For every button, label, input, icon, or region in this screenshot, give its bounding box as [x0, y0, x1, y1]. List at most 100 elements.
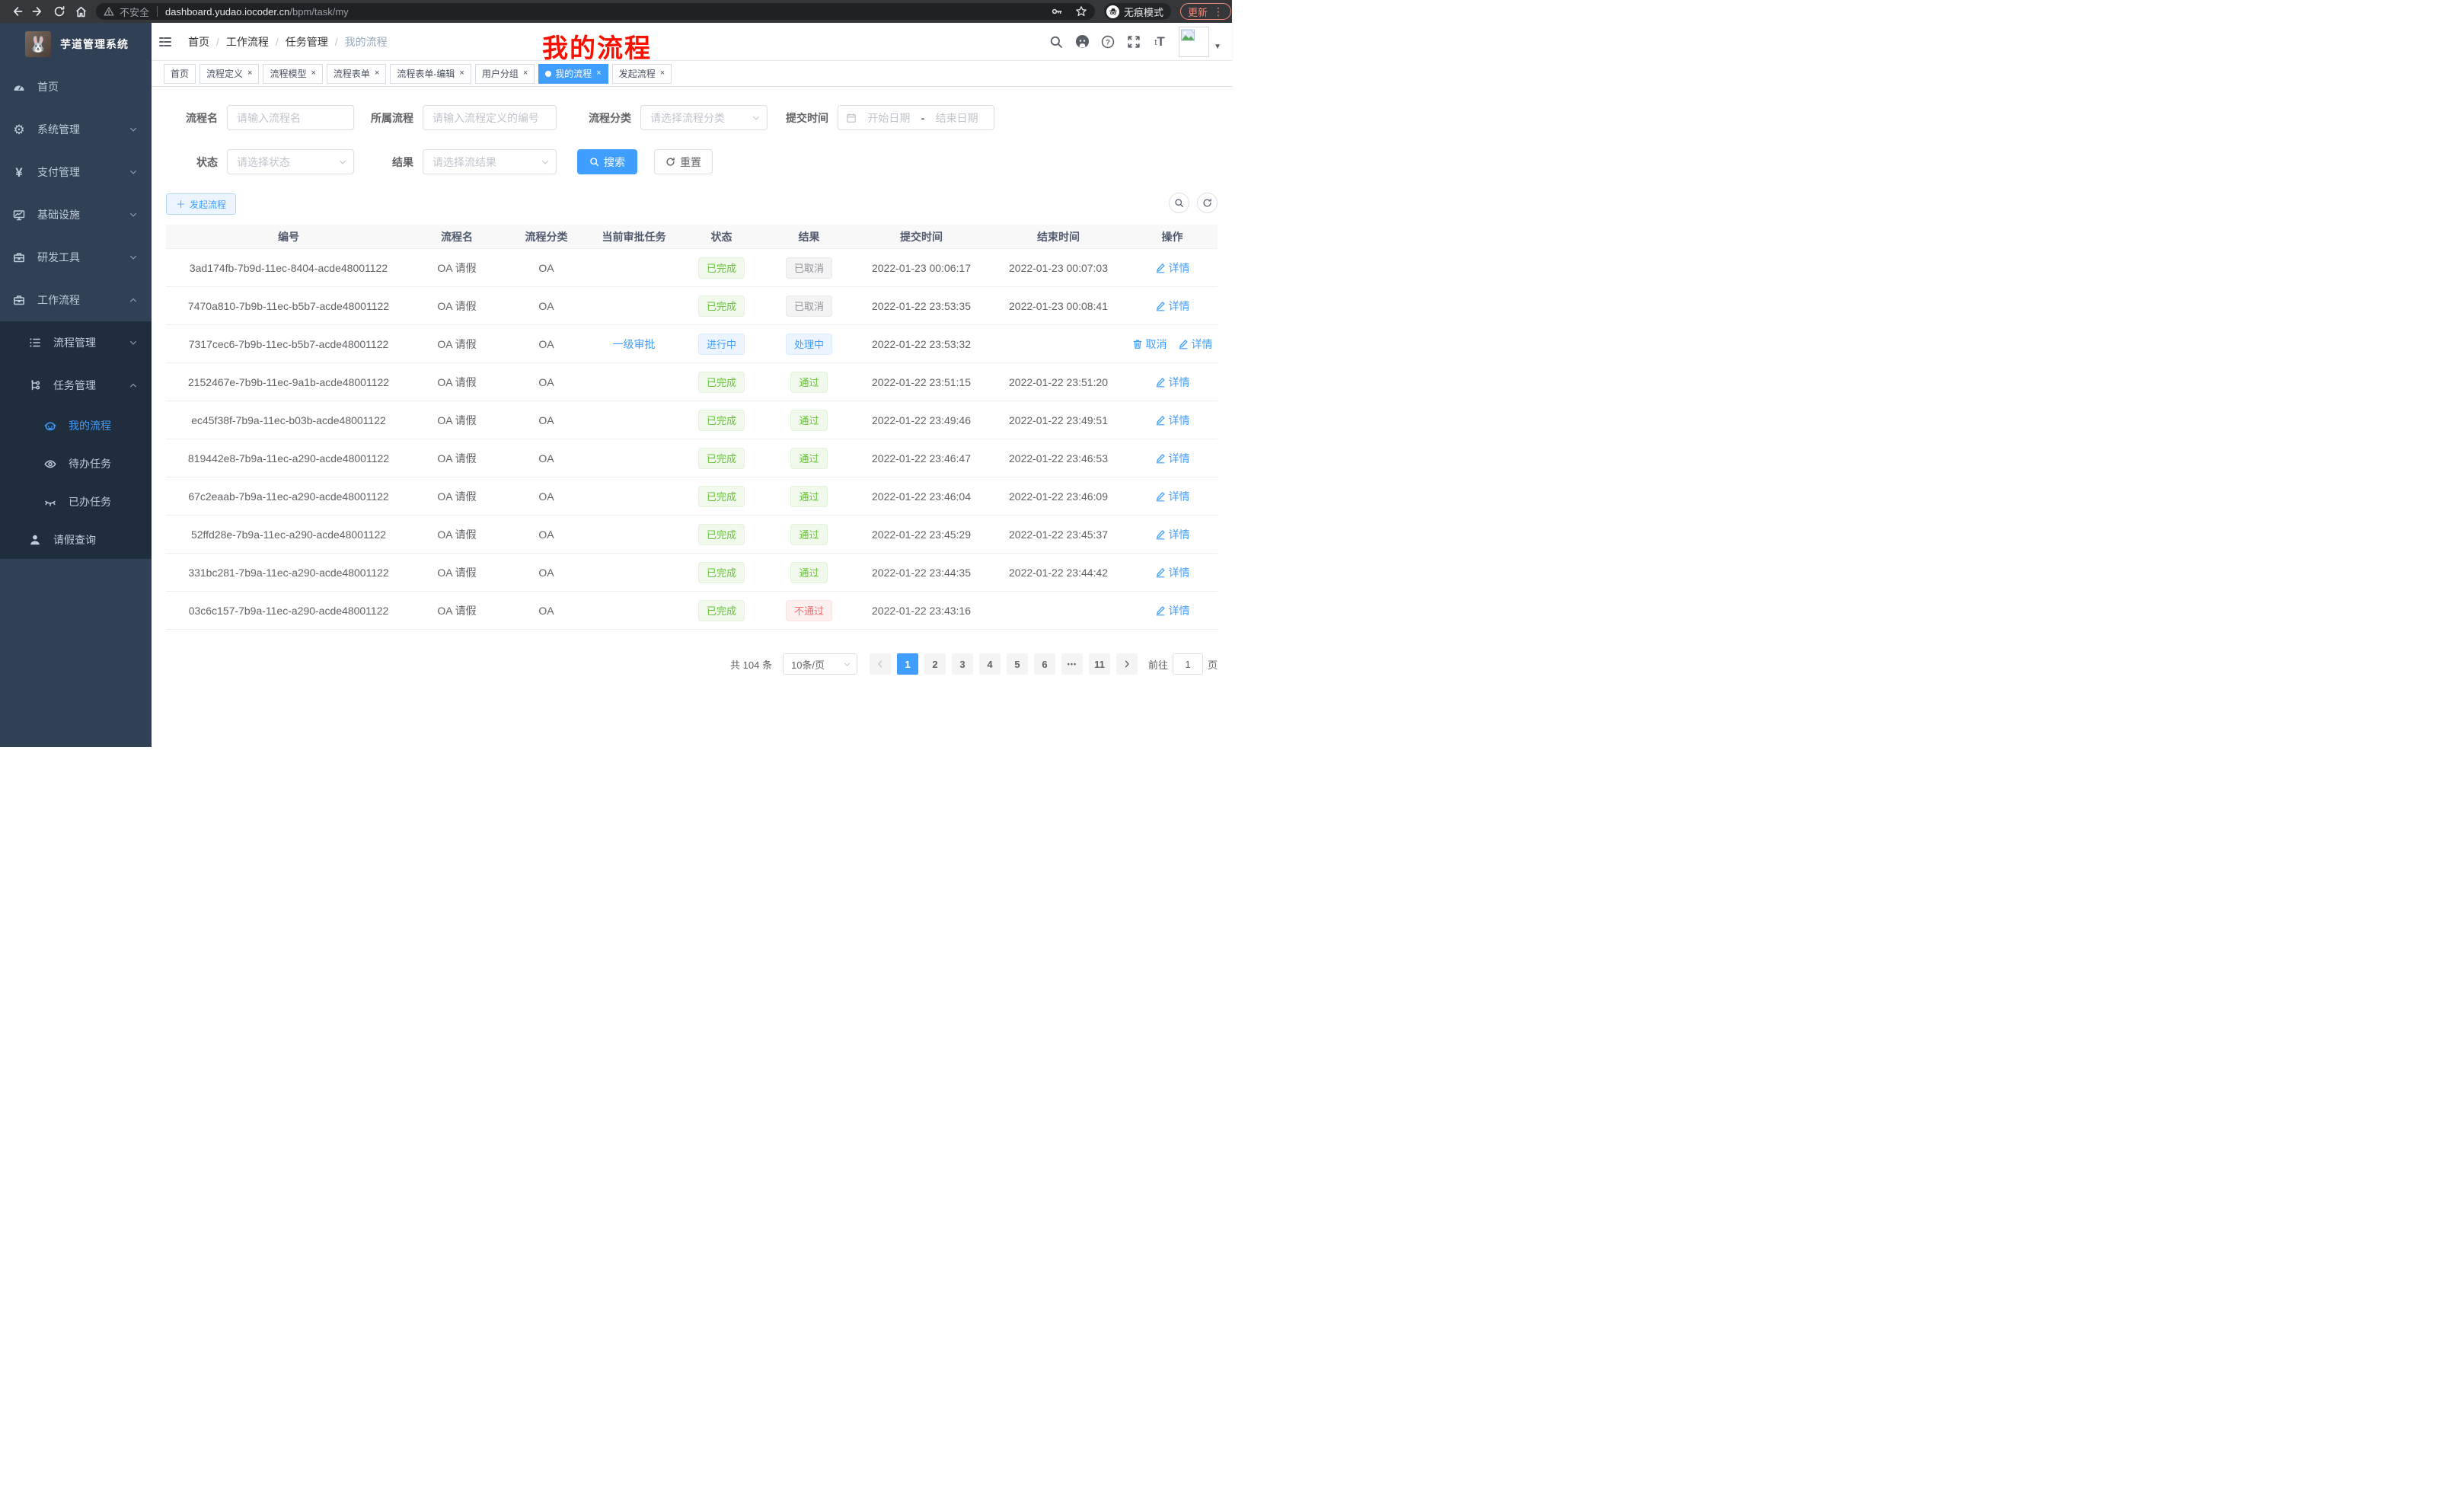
tab-用户分组[interactable]: 用户分组×	[475, 64, 535, 84]
tab-首页[interactable]: 首页	[164, 64, 196, 84]
address-bar[interactable]: 不安全 dashboard.yudao.iocoder.cn/bpm/task/…	[96, 3, 1095, 20]
cell-process-id: 3ad174fb-7b9d-11ec-8404-acde48001122	[166, 262, 411, 274]
sidebar-item-done-task[interactable]: 已办任务	[0, 483, 152, 521]
detail-link-button[interactable]: 详情	[1155, 451, 1190, 466]
sidebar-item-my-process[interactable]: 我的流程	[0, 407, 152, 445]
reset-button[interactable]: 重置	[654, 149, 713, 174]
search-icon[interactable]	[1043, 23, 1069, 61]
edit-icon	[1155, 377, 1166, 388]
detail-link-button[interactable]: 详情	[1155, 413, 1190, 428]
detail-link-button[interactable]: 详情	[1155, 375, 1190, 390]
result-badge: 通过	[790, 448, 827, 469]
avatar-caret-icon[interactable]: ▼	[1214, 43, 1221, 51]
close-icon[interactable]: ×	[375, 69, 379, 78]
toolbar-refresh-button[interactable]	[1197, 193, 1218, 213]
pagination-total: 共 104 条	[730, 657, 772, 672]
sidebar-item-pay[interactable]: ¥支付管理	[0, 151, 152, 193]
page-size-select[interactable]: 10条/页	[783, 653, 857, 675]
cell-submit-time: 2022-01-22 23:53:35	[853, 300, 990, 312]
tab-发起流程[interactable]: 发起流程×	[612, 64, 672, 84]
sidebar-item-process-mgmt[interactable]: 流程管理	[0, 321, 152, 364]
sidebar-item-infra[interactable]: 基础设施	[0, 193, 152, 236]
start-process-button[interactable]: ＋ 发起流程	[166, 193, 236, 215]
sidebar-item-todo-task[interactable]: 待办任务	[0, 445, 152, 483]
browser-reload-icon[interactable]	[49, 0, 70, 23]
detail-link-button[interactable]: 详情	[1178, 337, 1213, 352]
detail-link-button[interactable]: 详情	[1155, 527, 1190, 542]
sidebar-item-home[interactable]: 首页	[0, 65, 152, 108]
process-definition-input[interactable]	[423, 105, 557, 130]
security-label[interactable]: 不安全	[120, 5, 149, 19]
table-row: 67c2eaab-7b9a-11ec-a290-acde48001122OA 请…	[166, 477, 1218, 516]
url-text[interactable]: dashboard.yudao.iocoder.cn/bpm/task/my	[165, 6, 1051, 18]
cell-current-task: 一级审批	[590, 337, 678, 352]
pager-prev-button[interactable]	[870, 653, 891, 675]
breadcrumb-home[interactable]: 首页	[188, 34, 209, 49]
help-icon[interactable]: ?	[1095, 23, 1121, 61]
result-badge: 已取消	[786, 257, 832, 279]
pager-page-4[interactable]: 4	[979, 653, 1001, 675]
sidebar-item-system[interactable]: ⚙系统管理	[0, 108, 152, 151]
sidebar-item-task-mgmt[interactable]: 任务管理	[0, 364, 152, 407]
pager-more-button[interactable]: •••	[1061, 653, 1083, 675]
bookmark-star-icon[interactable]	[1075, 5, 1087, 18]
pager-page-1[interactable]: 1	[897, 653, 918, 675]
close-icon[interactable]: ×	[596, 69, 601, 78]
cancel-link-button[interactable]: 取消	[1132, 337, 1167, 352]
tab-流程表单[interactable]: 流程表单×	[327, 64, 386, 84]
chrome-update-button[interactable]: 更新 ⋮	[1180, 3, 1231, 20]
status-select[interactable]: 请选择状态	[227, 149, 354, 174]
browser-menu-dots-icon[interactable]: ⋮	[1213, 6, 1224, 17]
password-key-icon[interactable]	[1051, 5, 1063, 18]
sidebar-collapse-icon[interactable]	[152, 23, 179, 61]
current-task-link[interactable]: 一级审批	[613, 337, 656, 352]
browser-home-icon[interactable]	[70, 0, 91, 23]
sidebar-item-workflow[interactable]: 工作流程	[0, 279, 152, 321]
eye-closed-icon	[44, 496, 56, 508]
fullscreen-icon[interactable]	[1121, 23, 1147, 61]
eye-icon	[44, 458, 56, 470]
detail-link-button[interactable]: 详情	[1155, 260, 1190, 276]
app-logo-rabbit-image: 🐰	[25, 31, 51, 57]
tab-流程表单-编辑[interactable]: 流程表单-编辑×	[390, 64, 471, 84]
detail-link-button[interactable]: 详情	[1155, 565, 1190, 580]
close-icon[interactable]: ×	[311, 69, 315, 78]
close-icon[interactable]: ×	[459, 69, 464, 78]
tab-我的流程[interactable]: 我的流程×	[538, 64, 608, 84]
submit-time-range-input[interactable]: 开始日期 - 结束日期	[838, 105, 994, 130]
tab-流程模型[interactable]: 流程模型×	[263, 64, 322, 84]
pager-page-3[interactable]: 3	[952, 653, 973, 675]
browser-back-icon[interactable]	[6, 0, 27, 23]
pager-page-6[interactable]: 6	[1034, 653, 1055, 675]
close-icon[interactable]: ×	[660, 69, 665, 78]
cell-process-id: 2152467e-7b9b-11ec-9a1b-acde48001122	[166, 376, 411, 388]
pager-page-5[interactable]: 5	[1007, 653, 1028, 675]
category-select[interactable]: 请选择流程分类	[640, 105, 768, 130]
result-select[interactable]: 请选择流结果	[423, 149, 557, 174]
browser-forward-icon[interactable]	[27, 0, 49, 23]
detail-link-button[interactable]: 详情	[1155, 489, 1190, 504]
avatar[interactable]	[1179, 27, 1209, 57]
process-name-input[interactable]	[227, 105, 354, 130]
cell-actions: 详情	[1127, 260, 1218, 276]
sidebar-item-label: 流程管理	[53, 335, 96, 350]
goto-page-input[interactable]	[1173, 653, 1203, 675]
breadcrumb-workflow[interactable]: 工作流程	[226, 34, 269, 49]
tab-流程定义[interactable]: 流程定义×	[199, 64, 259, 84]
detail-link-button[interactable]: 详情	[1155, 298, 1190, 314]
app-logo-row[interactable]: 🐰 芋道管理系统	[0, 23, 152, 65]
close-icon[interactable]: ×	[247, 69, 252, 78]
pager-page-2[interactable]: 2	[924, 653, 946, 675]
pager-next-button[interactable]	[1116, 653, 1138, 675]
detail-link-button[interactable]: 详情	[1155, 603, 1190, 618]
close-icon[interactable]: ×	[523, 69, 528, 78]
status-badge: 已完成	[698, 486, 745, 507]
font-size-icon[interactable]: tT	[1147, 23, 1173, 61]
search-button[interactable]: 搜索	[577, 149, 637, 174]
github-icon[interactable]	[1069, 23, 1095, 61]
breadcrumb-task-mgmt[interactable]: 任务管理	[286, 34, 328, 49]
sidebar-item-leave-query[interactable]: 请假查询	[0, 521, 152, 559]
pager-page-11[interactable]: 11	[1089, 653, 1110, 675]
sidebar-item-devtool[interactable]: 研发工具	[0, 236, 152, 279]
toolbar-search-toggle-button[interactable]	[1169, 193, 1189, 213]
